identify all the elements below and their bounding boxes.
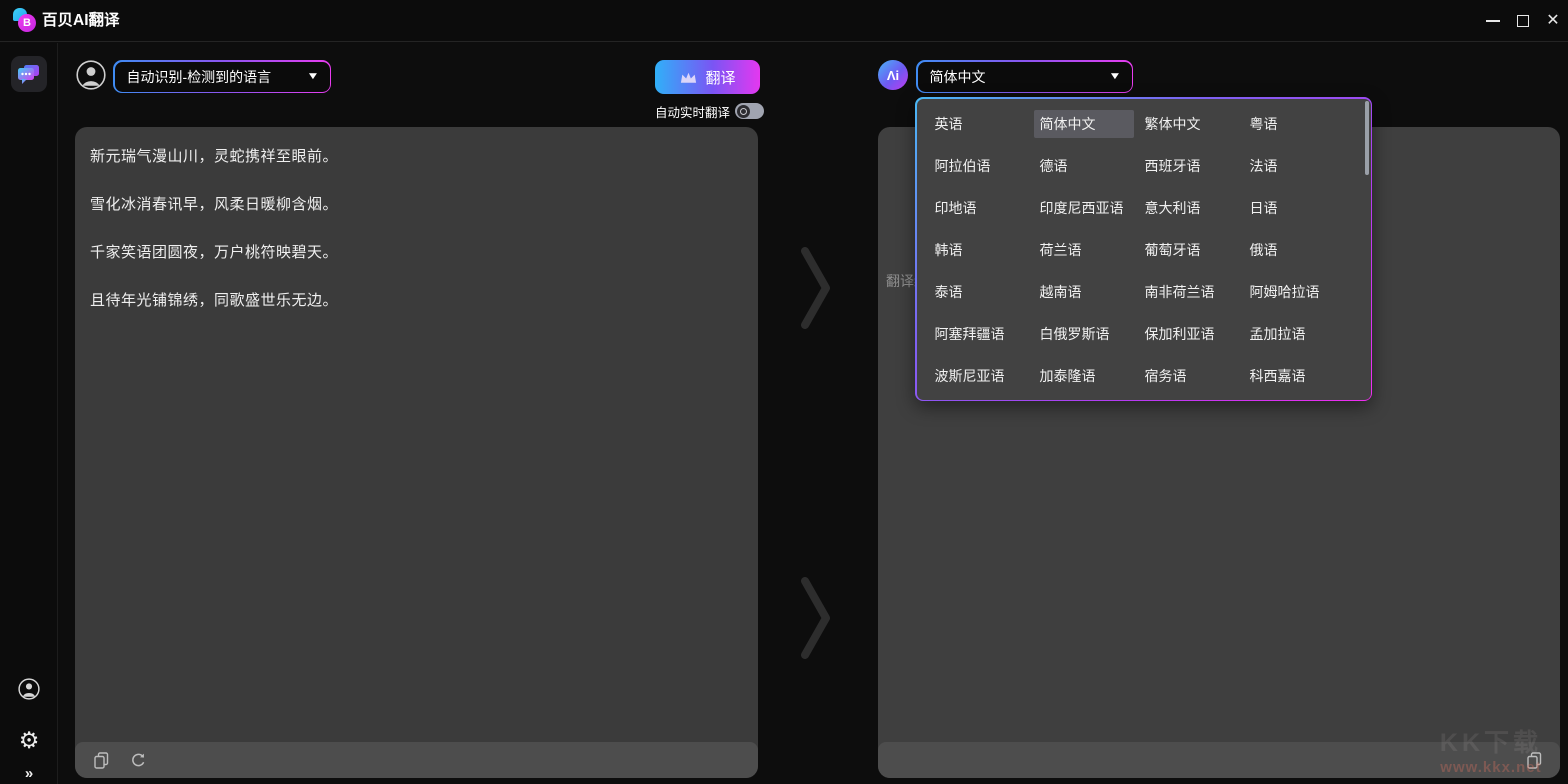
collapse-icon: » [25,765,33,782]
toggle-knob [737,105,750,118]
retranslate-button[interactable] [129,751,147,769]
language-option[interactable]: 阿塞拜疆语 [935,324,1040,344]
source-language-selector[interactable]: 自动识别-检测到的语言 ▼ [113,60,331,93]
minimize-button[interactable] [1476,0,1510,42]
minimize-icon [1486,20,1500,22]
language-option[interactable]: 日语 [1250,198,1355,218]
language-option-selected[interactable]: 简体中文 [1040,110,1145,138]
target-language-selector[interactable]: 简体中文 ▼ [916,60,1133,93]
language-option[interactable]: 泰语 [935,282,1040,302]
target-language-label: 简体中文 [930,67,1110,87]
auto-translate-toggle[interactable] [735,103,764,119]
ai-avatar-icon: Λi [878,60,908,90]
copy-icon [94,752,109,769]
language-dropdown-panel: 英语 简体中文 繁体中文 粤语 阿拉伯语 德语 西班牙语 法语 印地语 印度尼西… [915,97,1372,401]
app-title: 百贝AI翻译 [42,0,120,42]
copy-button[interactable] [1525,751,1543,769]
title-bar: B 百贝AI翻译 ✕ [0,0,1568,42]
source-language-label: 自动识别-检测到的语言 [127,67,308,87]
chevron-down-icon: ▼ [1108,71,1121,82]
language-option[interactable]: 越南语 [1040,282,1145,302]
maximize-icon [1517,15,1529,27]
language-option[interactable]: 意大利语 [1145,198,1250,218]
language-option[interactable]: 俄语 [1250,240,1355,260]
copy-icon [1527,752,1542,769]
target-panel-toolbar [878,742,1560,778]
source-panel-toolbar [75,742,758,778]
close-button[interactable]: ✕ [1536,0,1568,42]
refresh-icon [130,752,147,769]
language-option[interactable]: 印度尼西亚语 [1040,198,1145,218]
language-option[interactable]: 宿务语 [1145,366,1250,386]
language-option[interactable]: 西班牙语 [1145,156,1250,176]
language-option[interactable]: 阿拉伯语 [935,156,1040,176]
language-option[interactable]: 保加利亚语 [1145,324,1250,344]
sidebar-item-text-translate[interactable] [11,56,47,92]
language-option[interactable]: 葡萄牙语 [1145,240,1250,260]
source-text-area[interactable]: 新元瑞气漫山川，灵蛇携祥至眼前。 雪化冰消春讯早，风柔日暖柳含烟。 千家笑语团圆… [75,127,758,778]
language-option[interactable]: 德语 [1040,156,1145,176]
language-option[interactable]: 白俄罗斯语 [1040,324,1145,344]
copy-button[interactable] [92,751,110,769]
sidebar-collapse-button[interactable]: » [0,765,58,782]
language-option[interactable]: 孟加拉语 [1250,324,1355,344]
maximize-button[interactable] [1506,0,1540,42]
chevron-down-icon: ▼ [306,71,319,82]
source-line: 千家笑语团圆夜，万户桃符映碧天。 [90,229,742,277]
language-option[interactable]: 阿姆哈拉语 [1250,282,1355,302]
account-icon [18,678,40,700]
translate-button[interactable]: 翻译 [655,60,760,94]
language-option[interactable]: 韩语 [935,240,1040,260]
source-line: 新元瑞气漫山川，灵蛇携祥至眼前。 [90,133,742,181]
sidebar: ⚙ » [0,43,58,784]
auto-translate-label: 自动实时翻译 [655,102,730,121]
arrow-right-icon [799,576,833,660]
gear-icon: ⚙ [19,729,40,752]
source-line: 且待年光铺锦绣，同歌盛世乐无边。 [90,277,742,325]
language-option[interactable]: 波斯尼亚语 [935,366,1040,386]
language-option[interactable]: 英语 [935,114,1040,134]
chat-translate-icon [17,64,41,85]
sidebar-settings-button[interactable]: ⚙ [0,729,58,752]
arrow-right-icon [799,246,833,330]
dropdown-scrollbar[interactable] [1365,101,1369,175]
logo-b-icon: B [18,14,36,32]
language-option[interactable]: 法语 [1250,156,1355,176]
auto-translate-row: 自动实时翻译 [655,101,765,121]
crown-icon [679,70,698,85]
source-user-avatar [76,60,106,90]
source-text: 新元瑞气漫山川，灵蛇携祥至眼前。 雪化冰消春讯早，风柔日暖柳含烟。 千家笑语团圆… [90,133,742,325]
language-option[interactable]: 荷兰语 [1040,240,1145,260]
language-option[interactable]: 科西嘉语 [1250,366,1355,386]
language-option[interactable]: 印地语 [935,198,1040,218]
language-option[interactable]: 繁体中文 [1145,114,1250,134]
sidebar-account-button[interactable] [0,678,58,700]
translate-button-label: 翻译 [705,67,735,88]
close-icon: ✕ [1546,13,1559,29]
language-option[interactable]: 粤语 [1250,114,1355,134]
source-line: 雪化冰消春讯早，风柔日暖柳含烟。 [90,181,742,229]
app-logo-icon: B [13,8,39,34]
language-grid: 英语 简体中文 繁体中文 粤语 阿拉伯语 德语 西班牙语 法语 印地语 印度尼西… [935,103,1355,397]
language-option[interactable]: 南非荷兰语 [1145,282,1250,302]
language-option[interactable]: 加泰隆语 [1040,366,1145,386]
